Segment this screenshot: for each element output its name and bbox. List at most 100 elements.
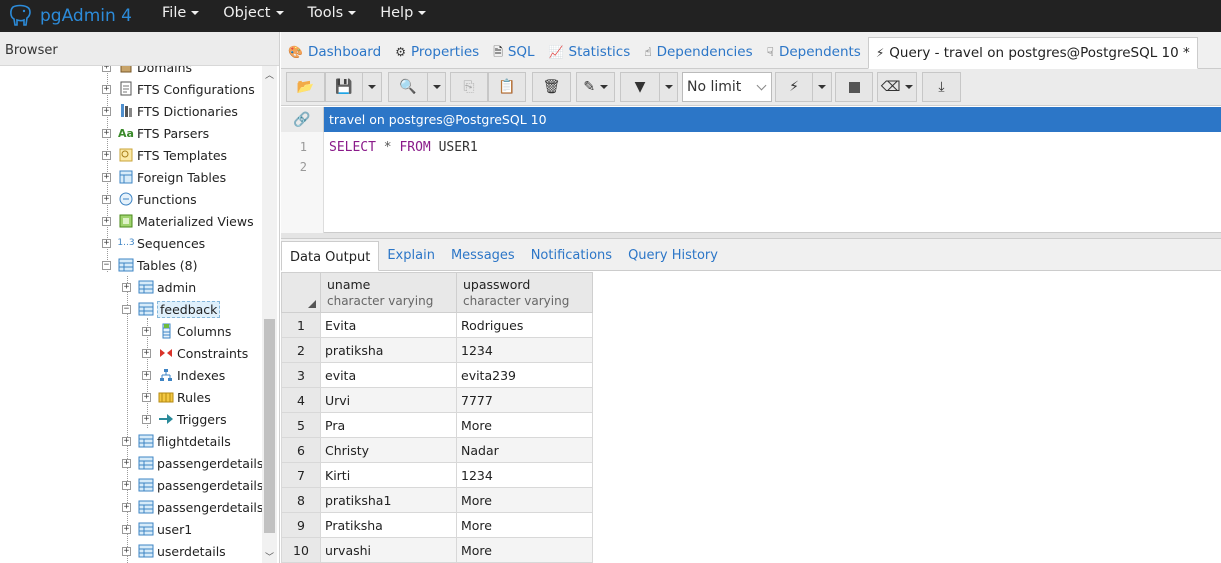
tree-item-materialized-views[interactable]: + Materialized Views <box>102 210 254 232</box>
row-number[interactable]: 8 <box>281 487 321 513</box>
cell-uname[interactable]: Urvi <box>320 387 457 413</box>
find-dropdown-button[interactable] <box>428 72 446 102</box>
filter-button[interactable]: ▼ <box>620 72 660 102</box>
expand-icon[interactable]: + <box>122 480 131 490</box>
tree-item-table-passengerdetails3[interactable]: + passengerdetails3 <box>122 496 262 518</box>
cell-uname[interactable]: Christy <box>320 437 457 463</box>
tree-item-indexes[interactable]: + Indexes <box>142 364 225 386</box>
expand-icon[interactable]: + <box>122 436 131 446</box>
connection-status-button[interactable]: 🔗 <box>281 107 324 132</box>
tree-item-table-passengerdetails2[interactable]: + passengerdetails2 <box>122 474 262 496</box>
expand-icon[interactable]: + <box>122 282 131 292</box>
tree-item-table-userdetails[interactable]: + userdetails <box>122 540 226 562</box>
expand-icon[interactable]: + <box>102 194 111 204</box>
expand-icon[interactable]: + <box>102 66 111 72</box>
expand-icon[interactable]: + <box>142 370 151 380</box>
expand-icon[interactable]: + <box>102 128 111 138</box>
tree-item-constraints[interactable]: + Constraints <box>142 342 248 364</box>
cell-upassword[interactable]: More <box>456 512 593 538</box>
expand-icon[interactable]: + <box>122 458 131 468</box>
delete-button[interactable]: 🗑 <box>532 72 571 102</box>
tab-properties[interactable]: ⚙ Properties <box>388 36 486 68</box>
cell-upassword[interactable]: 7777 <box>456 387 593 413</box>
expand-icon[interactable]: + <box>102 216 111 226</box>
stop-button[interactable] <box>835 72 873 102</box>
expand-icon[interactable]: + <box>142 392 151 402</box>
tree-item-fts-configurations[interactable]: + FTS Configurations <box>102 78 255 100</box>
tree-item-sequences[interactable]: + 1..3 Sequences <box>102 232 205 254</box>
cell-uname[interactable]: urvashi <box>320 537 457 563</box>
column-header-upassword[interactable]: upassword character varying <box>456 272 593 313</box>
cell-upassword[interactable]: Nadar <box>456 437 593 463</box>
scrollbar-thumb[interactable] <box>264 319 275 533</box>
tree-item-foreign-tables[interactable]: + Foreign Tables <box>102 166 226 188</box>
tree-item-table-user1[interactable]: + user1 <box>122 518 192 540</box>
tab-dashboard[interactable]: 🎨 Dashboard <box>281 36 388 68</box>
expand-icon[interactable]: + <box>122 502 131 512</box>
cell-upassword[interactable]: evita239 <box>456 362 593 388</box>
tab-query-tool[interactable]: ⚡ Query - travel on postgres@PostgreSQL 1… <box>867 37 1198 69</box>
tab-data-output[interactable]: Data Output <box>281 241 380 271</box>
sql-editor[interactable]: 1 2 SELECT * FROM USER1 <box>281 132 1221 233</box>
cell-upassword[interactable]: More <box>456 487 593 513</box>
expand-icon[interactable]: + <box>122 524 131 534</box>
menu-object[interactable]: Object <box>211 0 295 32</box>
save-dropdown-button[interactable] <box>363 72 382 102</box>
tree-item-tables[interactable]: − Tables (8) <box>102 254 198 276</box>
cell-uname[interactable]: pratiksha <box>320 337 457 363</box>
collapse-icon[interactable]: − <box>122 304 131 314</box>
cell-uname[interactable]: evita <box>320 362 457 388</box>
tab-query-history[interactable]: Query History <box>620 240 726 270</box>
menu-tools[interactable]: Tools <box>296 0 369 32</box>
tab-dependencies[interactable]: ☝ Dependencies <box>637 36 759 68</box>
tab-explain[interactable]: Explain <box>379 240 443 270</box>
menu-file[interactable]: File <box>150 0 211 32</box>
tree-item-table-passengerdetails1[interactable]: + passengerdetails1 <box>122 452 262 474</box>
download-button[interactable]: ⤓ <box>922 72 961 102</box>
tab-notifications[interactable]: Notifications <box>523 240 620 270</box>
cell-uname[interactable]: Pra <box>320 412 457 438</box>
cell-upassword[interactable]: 1234 <box>456 337 593 363</box>
tree-item-fts-dictionaries[interactable]: + FTS Dictionaries <box>102 100 238 122</box>
open-file-button[interactable]: 📂 <box>286 72 325 102</box>
tab-statistics[interactable]: 📈 Statistics <box>542 36 638 68</box>
select-all-corner[interactable] <box>281 272 321 313</box>
row-limit-select[interactable]: No limit <box>682 72 772 102</box>
edit-button[interactable]: ✎ <box>576 72 615 102</box>
expand-icon[interactable]: + <box>102 238 111 248</box>
row-number[interactable]: 4 <box>281 387 321 413</box>
scroll-down-icon[interactable]: ﹀ <box>265 550 274 563</box>
brand[interactable]: pgAdmin 4 <box>0 0 150 32</box>
tree-item-table-flightdetails[interactable]: + flightdetails <box>122 430 231 452</box>
tree-item-triggers[interactable]: + Triggers <box>142 408 227 430</box>
find-button[interactable]: 🔍 <box>388 72 428 102</box>
tree-item-columns[interactable]: + Columns <box>142 320 231 342</box>
cell-uname[interactable]: Kirti <box>320 462 457 488</box>
expand-icon[interactable]: + <box>142 414 151 424</box>
tree-item-rules[interactable]: + Rules <box>142 386 211 408</box>
tab-sql[interactable]: 🗎 SQL <box>486 36 541 68</box>
paste-button[interactable]: 📋 <box>488 72 526 102</box>
row-number[interactable]: 7 <box>281 462 321 488</box>
row-number[interactable]: 2 <box>281 337 321 363</box>
tree-scrollbar[interactable]: ︿ ﹀ <box>262 66 277 563</box>
tree-item-fts-parsers[interactable]: + Aa FTS Parsers <box>102 122 209 144</box>
row-number[interactable]: 3 <box>281 362 321 388</box>
scroll-up-icon[interactable]: ︿ <box>265 68 274 81</box>
expand-icon[interactable]: + <box>142 326 151 336</box>
filter-dropdown-button[interactable] <box>660 72 678 102</box>
cell-upassword[interactable]: More <box>456 537 593 563</box>
column-header-uname[interactable]: uname character varying <box>320 272 457 313</box>
code-line[interactable]: SELECT * FROM USER1 <box>329 140 478 155</box>
expand-icon[interactable]: + <box>122 546 131 556</box>
cell-upassword[interactable]: More <box>456 412 593 438</box>
cell-uname[interactable]: Evita <box>320 312 457 338</box>
tree-item-fts-templates[interactable]: + FTS Templates <box>102 144 227 166</box>
tree-item-table-admin[interactable]: + admin <box>122 276 196 298</box>
expand-icon[interactable]: + <box>102 150 111 160</box>
expand-icon[interactable]: + <box>102 172 111 182</box>
copy-button[interactable]: ⎘ <box>450 72 488 102</box>
expand-icon[interactable]: + <box>142 348 151 358</box>
execute-button[interactable]: ⚡ <box>775 72 813 102</box>
row-number[interactable]: 1 <box>281 312 321 338</box>
